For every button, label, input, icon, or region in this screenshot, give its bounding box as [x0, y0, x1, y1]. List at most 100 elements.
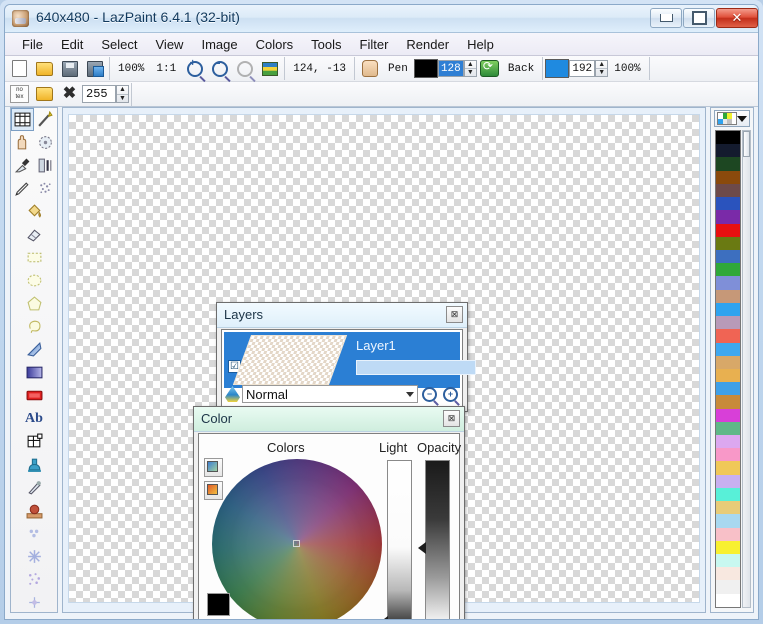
tool-clone-stamp[interactable]: [11, 453, 57, 476]
blend-mode-select[interactable]: Normal: [242, 385, 418, 403]
menu-filter[interactable]: Filter: [351, 35, 398, 54]
remove-texture-button[interactable]: ✖: [58, 83, 81, 106]
palette-color-swatch[interactable]: [716, 316, 740, 329]
open-texture-button[interactable]: [33, 83, 56, 106]
tool-ellipse-select[interactable]: [11, 269, 57, 292]
palette-color-swatch[interactable]: [716, 329, 740, 342]
tool-gradient-fill[interactable]: [11, 361, 57, 384]
tool-effect[interactable]: [11, 591, 57, 613]
save-file-button[interactable]: [58, 57, 81, 80]
palette-color-swatch[interactable]: [716, 356, 740, 369]
menu-edit[interactable]: Edit: [52, 35, 92, 54]
palette-color-swatch[interactable]: [716, 382, 740, 395]
toggle-layers-button[interactable]: [258, 57, 281, 80]
new-file-button[interactable]: [8, 57, 31, 80]
tool-pen[interactable]: [11, 177, 34, 200]
palette-color-swatch[interactable]: [716, 395, 740, 408]
palette-color-swatch[interactable]: [716, 343, 740, 356]
tool-gradient-pick[interactable]: [34, 154, 57, 177]
tool-smudge[interactable]: [11, 476, 57, 499]
palette-color-swatch[interactable]: [716, 448, 740, 461]
layer-zoom-out-button[interactable]: −: [420, 385, 439, 403]
tool-blur[interactable]: [11, 522, 57, 545]
tool-noise[interactable]: [11, 568, 57, 591]
tool-paint-bucket[interactable]: [11, 200, 57, 223]
palette-scrollbar[interactable]: [742, 130, 751, 608]
save-as-button[interactable]: [83, 57, 106, 80]
palette-color-swatch[interactable]: [716, 276, 740, 289]
palette-color-swatch[interactable]: [716, 461, 740, 474]
tool-polygon-select[interactable]: [11, 292, 57, 315]
palette-color-list[interactable]: [715, 130, 741, 608]
palette-color-swatch[interactable]: [716, 567, 740, 580]
palette-color-swatch[interactable]: [716, 131, 740, 144]
pen-color-swatch[interactable]: [414, 59, 438, 78]
tool-rect-select[interactable]: [11, 246, 57, 269]
no-texture-button[interactable]: no tex: [8, 83, 31, 106]
maximize-button[interactable]: [683, 8, 715, 28]
tool-eraser[interactable]: [11, 223, 57, 246]
tool-move-selection[interactable]: [11, 108, 34, 131]
color-panel-close-button[interactable]: ⊠: [443, 410, 460, 427]
palette-color-swatch[interactable]: [716, 554, 740, 567]
zoom-out-button[interactable]: [208, 57, 231, 80]
palette-color-swatch[interactable]: [716, 157, 740, 170]
palette-color-swatch[interactable]: [716, 290, 740, 303]
menu-view[interactable]: View: [147, 35, 193, 54]
color-wheel-cursor[interactable]: [293, 540, 300, 547]
opacity-slider[interactable]: [425, 460, 450, 620]
layers-panel-close-button[interactable]: ⊠: [446, 306, 463, 323]
palette-color-swatch[interactable]: [716, 541, 740, 554]
texture-opacity-spinner[interactable]: ▲▼: [116, 85, 129, 103]
hand-tool-button[interactable]: [358, 57, 381, 80]
palette-add-icon[interactable]: [204, 481, 223, 500]
minimize-button[interactable]: [650, 8, 682, 28]
palette-scrollbar-thumb[interactable]: [743, 131, 750, 157]
menu-image[interactable]: Image: [192, 35, 246, 54]
layer-zoom-in-button[interactable]: +: [441, 385, 460, 403]
back-color-swatch[interactable]: [545, 59, 569, 78]
pen-alpha-value[interactable]: 128: [438, 60, 464, 77]
layer-opacity-slider[interactable]: [356, 360, 476, 375]
tool-magic-wand[interactable]: [34, 108, 57, 131]
zoom-in-button[interactable]: [183, 57, 206, 80]
texture-opacity-input[interactable]: 255: [82, 85, 116, 103]
tool-spray[interactable]: [34, 177, 57, 200]
palette-color-swatch[interactable]: [716, 422, 740, 435]
tool-color-picker[interactable]: [11, 154, 34, 177]
menu-select[interactable]: Select: [92, 35, 146, 54]
palette-color-swatch[interactable]: [716, 435, 740, 448]
zoom-actual-size-button[interactable]: 1:1: [150, 63, 182, 75]
palette-color-swatch[interactable]: [716, 369, 740, 382]
open-file-button[interactable]: [33, 57, 56, 80]
layers-panel-titlebar[interactable]: Layers ⊠: [217, 303, 467, 328]
light-slider[interactable]: [387, 460, 412, 620]
palette-color-swatch[interactable]: [716, 184, 740, 197]
tool-hand[interactable]: [11, 131, 34, 154]
palette-color-swatch[interactable]: [716, 475, 740, 488]
palette-color-swatch[interactable]: [716, 594, 740, 607]
tool-red-eye[interactable]: [11, 499, 57, 522]
opacity-slider-handle[interactable]: [418, 542, 426, 554]
tool-transform[interactable]: [11, 430, 57, 453]
close-button[interactable]: ✕: [716, 8, 758, 28]
palette-color-swatch[interactable]: [716, 210, 740, 223]
menu-colors[interactable]: Colors: [247, 35, 303, 54]
palette-color-swatch[interactable]: [716, 528, 740, 541]
palette-color-swatch[interactable]: [716, 488, 740, 501]
color-panel-titlebar[interactable]: Color ⊠: [194, 407, 464, 432]
palette-color-swatch[interactable]: [716, 303, 740, 316]
palette-color-swatch[interactable]: [716, 514, 740, 527]
swap-colors-button[interactable]: [478, 57, 501, 80]
back-alpha-value[interactable]: 192: [569, 60, 595, 77]
tool-lasso-select[interactable]: [11, 315, 57, 338]
palette-color-swatch[interactable]: [716, 197, 740, 210]
tool-text[interactable]: Ab: [11, 407, 57, 430]
palette-color-swatch[interactable]: [716, 409, 740, 422]
palette-color-swatch[interactable]: [716, 263, 740, 276]
menu-file[interactable]: File: [13, 35, 52, 54]
palette-color-swatch[interactable]: [716, 580, 740, 593]
pick-from-screen-icon[interactable]: [204, 458, 223, 477]
tool-shape-rect[interactable]: [11, 384, 57, 407]
pen-alpha-spinner[interactable]: ▲▼: [464, 60, 477, 77]
